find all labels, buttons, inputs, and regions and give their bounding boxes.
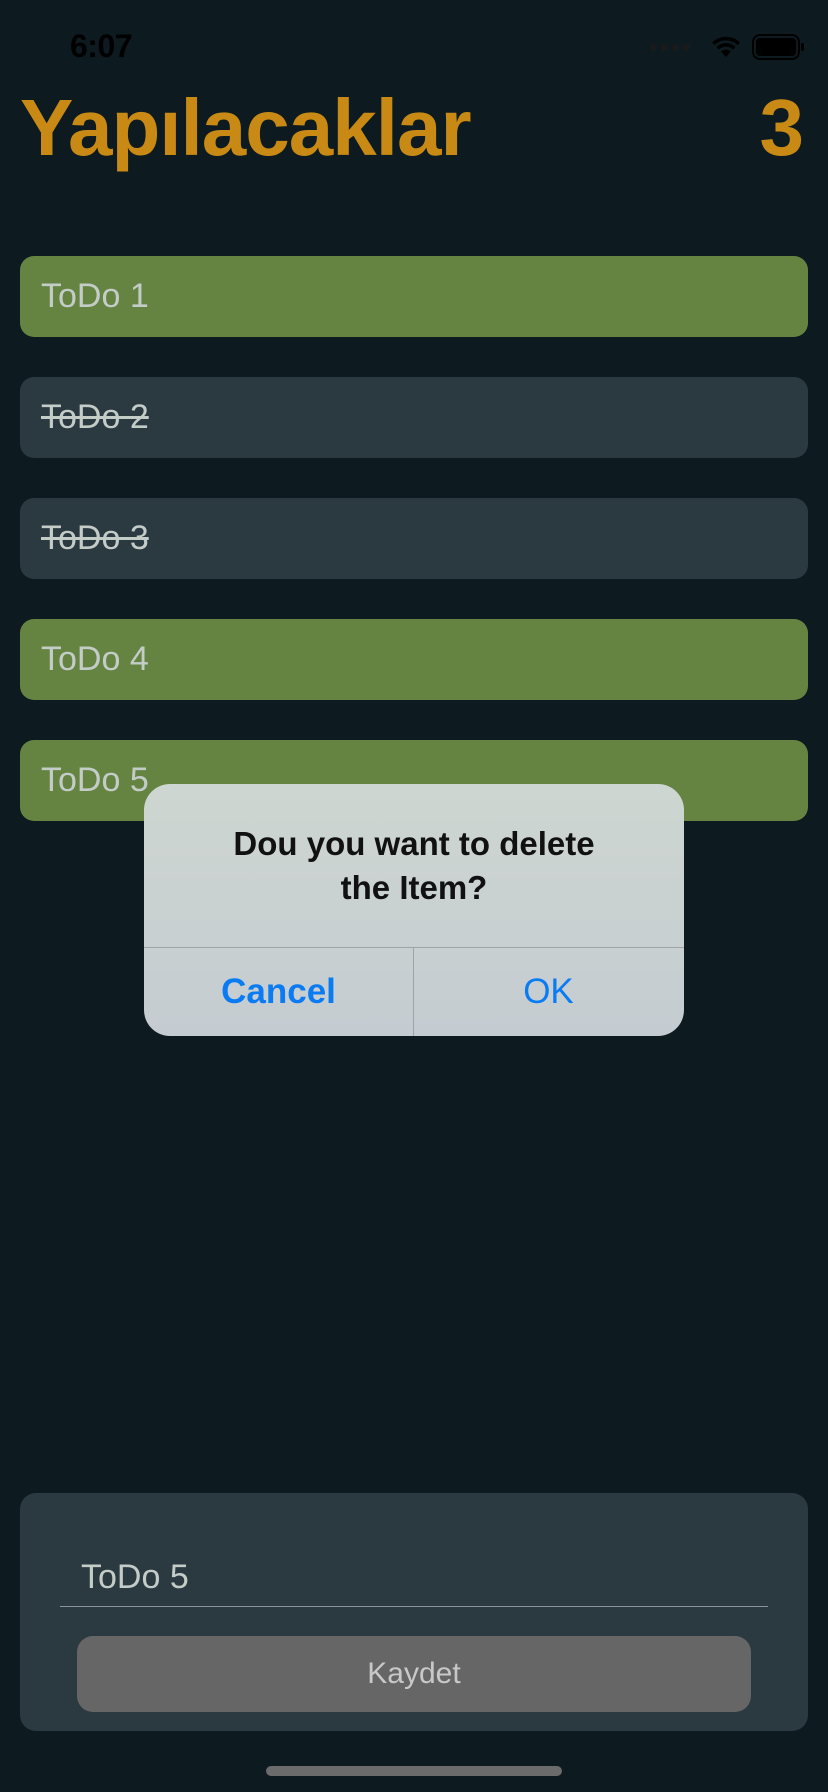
list-item-label: ToDo 2 bbox=[41, 398, 149, 436]
page-title: Yapılacaklar bbox=[20, 83, 472, 172]
home-indicator[interactable] bbox=[266, 1766, 562, 1776]
list-item-label: ToDo 4 bbox=[41, 640, 149, 678]
ok-button[interactable]: OK bbox=[414, 948, 683, 1036]
list-item-label: ToDo 3 bbox=[41, 519, 149, 557]
list-item-label: ToDo 5 bbox=[41, 761, 149, 799]
delete-confirm-dialog: Dou you want to delete the Item? Cancel … bbox=[144, 784, 684, 1036]
todo-count: 3 bbox=[759, 83, 805, 172]
status-icons bbox=[650, 34, 806, 60]
list-item[interactable]: ToDo 2 bbox=[20, 377, 808, 458]
list-item[interactable]: ToDo 1 bbox=[20, 256, 808, 337]
screen: 6:07 Yapılacaklar 3 ToDo 1 ToDo 2 ToDo 3… bbox=[0, 0, 828, 1792]
todo-input[interactable]: ToDo 5 bbox=[60, 1549, 768, 1607]
add-todo-panel: ToDo 5 Kaydet bbox=[20, 1493, 808, 1731]
wifi-icon bbox=[712, 36, 740, 57]
list-item-label: ToDo 1 bbox=[41, 277, 149, 315]
list-item[interactable]: ToDo 3 bbox=[20, 498, 808, 579]
save-button[interactable]: Kaydet bbox=[77, 1636, 751, 1712]
battery-icon bbox=[752, 34, 804, 60]
cancel-button[interactable]: Cancel bbox=[144, 948, 413, 1036]
list-item[interactable]: ToDo 4 bbox=[20, 619, 808, 700]
status-time: 6:07 bbox=[70, 28, 133, 64]
cellular-signal-icon bbox=[650, 43, 690, 51]
alert-message: Dou you want to delete the Item? bbox=[233, 825, 595, 906]
